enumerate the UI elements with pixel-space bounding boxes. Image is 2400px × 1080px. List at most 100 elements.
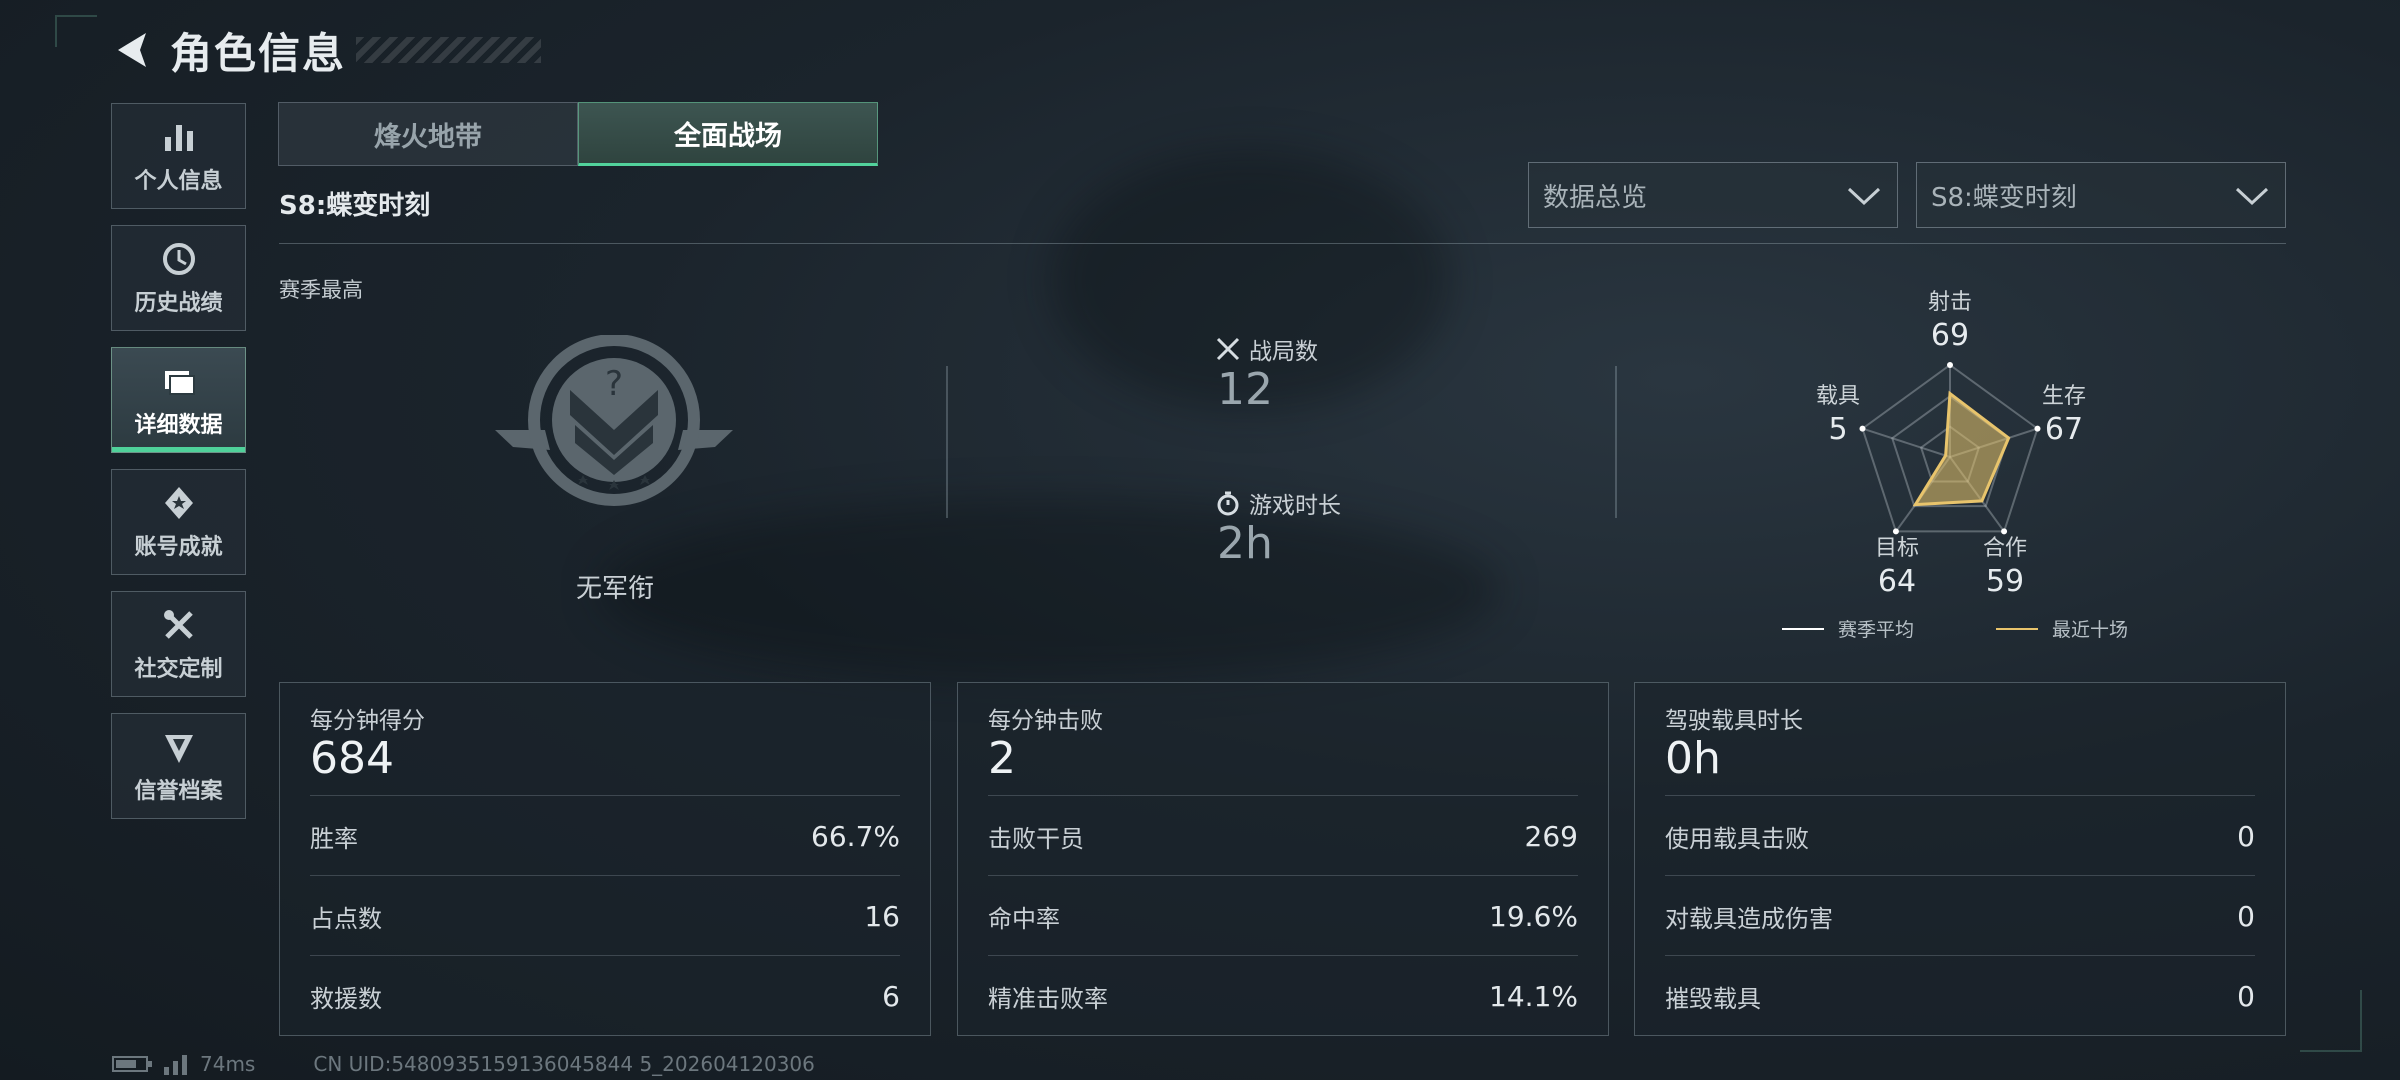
- legend-swatch: [1996, 627, 2038, 630]
- sidebar: 个人信息 历史战绩 详细数据 账号成就 社交定制 信誉档案: [111, 103, 248, 835]
- stat-row-label: 对载具造成伤害: [1665, 904, 1833, 933]
- matches-label-text: 战局数: [1249, 339, 1318, 365]
- status-footer: 74ms CN UID:5480935159136045844 5_202604…: [112, 1052, 815, 1076]
- sidebar-item-history[interactable]: 历史战绩: [111, 225, 246, 331]
- stat-row-value: 16: [864, 899, 900, 933]
- playtime-value: 2h: [1217, 518, 1273, 569]
- tools-icon: [163, 610, 193, 639]
- stopwatch-icon: [1217, 491, 1239, 516]
- radar-value-cooperation: 59: [1985, 564, 2025, 599]
- page-title: 角色信息: [170, 28, 347, 78]
- crossed-swords-icon: [1216, 337, 1240, 361]
- stat-row: 占点数 16: [310, 875, 900, 956]
- stat-row-label: 命中率: [988, 904, 1060, 933]
- stat-row: 精准击败率 14.1%: [988, 955, 1578, 1036]
- hud-corner: [2300, 990, 2362, 1052]
- card-title: 驾驶载具时长: [1665, 708, 1803, 734]
- radar-label-objective: 目标: [1874, 536, 1919, 561]
- radar-label-survival: 生存: [2041, 384, 2086, 409]
- sidebar-item-social[interactable]: 社交定制: [111, 591, 246, 697]
- background-shape: [600, 500, 1500, 680]
- radar-axis-point: [1947, 362, 1953, 368]
- vehicle-card: 驾驶载具时长 0h 使用载具击败 0 对载具造成伤害 0 摧毁载具 0: [1634, 682, 2286, 1036]
- radar-label-shooting: 射击: [1927, 290, 1972, 315]
- stat-row: 摧毁载具 0: [1665, 955, 2255, 1036]
- page-header: 角色信息: [110, 20, 542, 80]
- radar-value-survival: 67: [2044, 412, 2084, 447]
- mode-tabs: 烽火地带 全面战场: [278, 102, 878, 166]
- stat-row-value: 14.1%: [1489, 979, 1578, 1013]
- stat-row-value: 0: [2237, 819, 2255, 853]
- sidebar-item-label: 历史战绩: [134, 291, 223, 316]
- stat-row: 击败干员 269: [988, 795, 1578, 876]
- sidebar-item-label: 个人信息: [134, 169, 223, 194]
- sidebar-item-personal-info[interactable]: 个人信息: [111, 103, 246, 209]
- stat-row-value: 269: [1524, 819, 1578, 853]
- season-title: S8:蝶变时刻: [279, 191, 431, 221]
- stat-row-label: 精准击败率: [988, 984, 1108, 1013]
- history-clock-icon: [162, 243, 195, 275]
- sidebar-item-reputation[interactable]: 信誉档案: [111, 713, 246, 819]
- card-title: 每分钟击败: [988, 708, 1103, 734]
- kill-card: 每分钟击败 2 击败干员 269 命中率 19.6% 精准击败率 14.1%: [957, 682, 1609, 1036]
- sidebar-item-achievements[interactable]: 账号成就: [111, 469, 246, 575]
- stat-row-value: 0: [2237, 899, 2255, 933]
- stat-row-label: 胜率: [310, 824, 358, 853]
- chevron-down-icon: [2235, 187, 2269, 206]
- tab-full-battlefield[interactable]: 全面战场: [578, 102, 878, 166]
- sidebar-item-label: 信誉档案: [134, 779, 223, 804]
- sidebar-item-detailed-data[interactable]: 详细数据: [111, 347, 246, 453]
- achievement-icon: [164, 487, 193, 519]
- stat-row-value: 66.7%: [811, 819, 900, 853]
- card-title: 每分钟得分: [310, 708, 425, 734]
- stat-row: 使用载具击败 0: [1665, 795, 2255, 876]
- sidebar-item-label: 账号成就: [134, 535, 223, 560]
- view-select[interactable]: 数据总览: [1528, 162, 1898, 228]
- chevron-down-icon: [1847, 187, 1881, 206]
- bar-chart-icon: [164, 125, 193, 151]
- hud-corner: [55, 15, 97, 47]
- stat-row: 救援数 6: [310, 955, 900, 1036]
- legend-recent-ten: 最近十场: [1996, 615, 2128, 642]
- svg-text:?: ?: [605, 364, 623, 404]
- back-arrow-icon[interactable]: [110, 27, 152, 73]
- radar-label-vehicle: 载具: [1815, 384, 1860, 409]
- season-select[interactable]: S8:蝶变时刻: [1916, 162, 2286, 228]
- card-value: 0h: [1665, 733, 1721, 784]
- title-decoration: [356, 37, 542, 63]
- matches-value: 12: [1217, 364, 1273, 415]
- score-card: 每分钟得分 684 胜率 66.7% 占点数 16 救援数 6: [279, 682, 931, 1036]
- section-divider: [279, 243, 2286, 244]
- playtime-label-text: 游戏时长: [1249, 493, 1341, 519]
- rank-badge-icon: ?: [495, 335, 733, 506]
- radar-value-shooting: 69: [1930, 318, 1970, 353]
- radar-value-objective: 64: [1877, 564, 1917, 599]
- stat-row-value: 6: [882, 979, 900, 1013]
- radar-value-vehicle: 5: [1828, 412, 1848, 447]
- vertical-divider: [1615, 366, 1617, 518]
- card-value: 684: [310, 733, 394, 784]
- stat-row-label: 摧毁载具: [1665, 984, 1761, 1013]
- season-best-label: 赛季最高: [279, 278, 363, 302]
- legend-recent-ten-label: 最近十场: [2052, 619, 2129, 641]
- legend-season-avg: 赛季平均: [1782, 615, 1914, 642]
- matches-label: 战局数: [1215, 332, 1318, 366]
- stat-row-label: 占点数: [310, 904, 382, 933]
- radar-label-cooperation: 合作: [1982, 536, 2027, 561]
- player-uid: CN UID:5480935159136045844 5_20260412030…: [313, 1052, 815, 1076]
- tab-warfare-zone[interactable]: 烽火地带: [278, 102, 578, 166]
- legend-season-avg-label: 赛季平均: [1838, 619, 1915, 641]
- radar-axis-line: [1862, 427, 1951, 458]
- reputation-shield-icon: [164, 735, 193, 763]
- ping-value: 74ms: [200, 1052, 256, 1076]
- season-select-value: S8:蝶变时刻: [1931, 182, 2077, 213]
- battery-icon: [112, 1056, 152, 1072]
- stat-row-label: 救援数: [310, 984, 382, 1013]
- sidebar-item-label: 社交定制: [134, 657, 223, 682]
- stat-row-label: 使用载具击败: [1665, 824, 1809, 853]
- rank-name: 无军衔: [575, 574, 654, 604]
- stat-row-value: 0: [2237, 979, 2255, 1013]
- folder-icon: [164, 371, 195, 395]
- stat-row-value: 19.6%: [1489, 899, 1578, 933]
- view-select-value: 数据总览: [1543, 182, 1648, 213]
